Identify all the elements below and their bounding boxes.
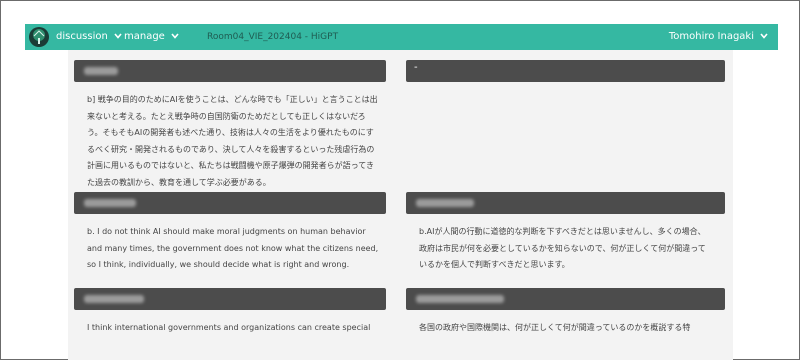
- post-text: b] 戦争の目的のためにAIを使うことは、どんな時でも「正しい」と言うことは出来…: [87, 95, 378, 187]
- chevron-down-icon: [171, 33, 179, 39]
- author-name-redacted: [84, 295, 144, 303]
- discussion-menu-label: discussion: [56, 31, 108, 42]
- post-header: [74, 60, 386, 82]
- discussion-menu[interactable]: discussion: [56, 24, 122, 50]
- post-text: I think international governments and or…: [87, 323, 371, 332]
- tree-icon: [33, 29, 45, 44]
- manage-menu[interactable]: manage: [124, 24, 179, 50]
- author-name-redacted: [84, 199, 136, 207]
- room-title: Room04_VIE_202404 - HiGPT: [207, 32, 339, 42]
- post-header: [406, 288, 725, 310]
- top-navbar: discussion manage Room04_VIE_202404 - Hi…: [25, 24, 778, 50]
- post-text: 各国の政府や国際機関は、何が正しくて何が間違っているのかを概説する特: [419, 323, 691, 332]
- app-logo[interactable]: [29, 27, 49, 47]
- user-menu[interactable]: Tomohiro Inagaki: [669, 24, 768, 50]
- author-name-redacted: [416, 295, 504, 303]
- author-placeholder: -: [414, 62, 418, 73]
- manage-menu-label: manage: [124, 31, 165, 42]
- post-header: [406, 192, 725, 214]
- post-header: -: [406, 60, 725, 82]
- author-name-redacted: [416, 199, 474, 207]
- user-name: Tomohiro Inagaki: [668, 31, 754, 42]
- post-text: b. I do not think AI should make moral j…: [87, 227, 379, 269]
- discussion-board[interactable]: b] 戦争の目的のためにAIを使うことは、どんな時でも「正しい」と言うことは出来…: [68, 50, 733, 360]
- post-header: [74, 288, 386, 310]
- chevron-down-icon: [114, 33, 122, 39]
- post-text: b.AIが人間の行動に道徳的な判断を下すべきだとは思いませんし、多くの場合、政府…: [419, 227, 706, 269]
- chevron-down-icon: [760, 33, 768, 39]
- post-header: [74, 192, 386, 214]
- author-name-redacted: [84, 67, 118, 75]
